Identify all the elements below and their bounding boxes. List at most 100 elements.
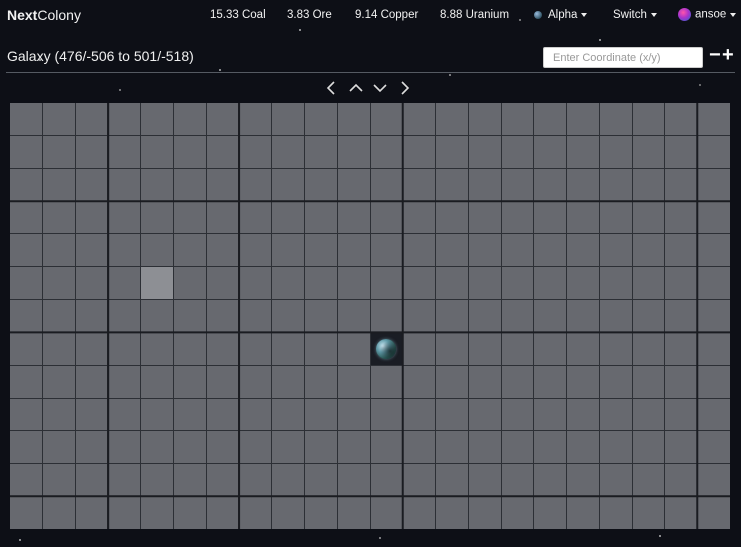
chevron-up-icon[interactable] xyxy=(348,80,364,96)
galaxy-cell[interactable] xyxy=(632,201,665,234)
galaxy-cell[interactable] xyxy=(370,103,403,135)
galaxy-cell[interactable] xyxy=(304,431,337,464)
zoom-out-button[interactable]: − xyxy=(709,44,721,66)
galaxy-cell[interactable] xyxy=(403,398,436,431)
galaxy-cell[interactable] xyxy=(599,267,632,300)
galaxy-cell[interactable] xyxy=(370,135,403,168)
galaxy-cell[interactable] xyxy=(632,332,665,365)
galaxy-cell[interactable] xyxy=(173,201,206,234)
galaxy-cell[interactable] xyxy=(141,332,173,365)
galaxy-cell[interactable] xyxy=(10,332,42,365)
galaxy-cell[interactable] xyxy=(403,201,436,234)
galaxy-cell[interactable] xyxy=(632,398,665,431)
galaxy-cell[interactable] xyxy=(403,168,436,201)
galaxy-cell[interactable] xyxy=(42,135,75,168)
galaxy-cell[interactable] xyxy=(206,234,239,267)
galaxy-cell[interactable] xyxy=(436,234,468,267)
galaxy-cell[interactable] xyxy=(108,332,141,365)
galaxy-cell[interactable] xyxy=(468,365,501,398)
galaxy-cell[interactable] xyxy=(75,201,108,234)
galaxy-cell[interactable] xyxy=(632,497,665,529)
galaxy-cell[interactable] xyxy=(468,431,501,464)
galaxy-cell[interactable] xyxy=(75,267,108,300)
galaxy-cell[interactable] xyxy=(10,267,42,300)
chevron-left-icon[interactable] xyxy=(324,80,340,96)
galaxy-cell[interactable] xyxy=(534,464,567,497)
galaxy-cell[interactable] xyxy=(534,398,567,431)
galaxy-cell[interactable] xyxy=(272,365,304,398)
galaxy-cell[interactable] xyxy=(599,365,632,398)
galaxy-cell[interactable] xyxy=(141,300,173,332)
galaxy-cell[interactable] xyxy=(272,300,304,332)
galaxy-cell[interactable] xyxy=(468,464,501,497)
galaxy-cell[interactable] xyxy=(436,464,468,497)
galaxy-cell[interactable] xyxy=(337,497,370,529)
galaxy-cell[interactable] xyxy=(337,398,370,431)
galaxy-cell[interactable] xyxy=(206,168,239,201)
galaxy-cell[interactable] xyxy=(468,135,501,168)
galaxy-cell[interactable] xyxy=(141,103,173,135)
galaxy-cell[interactable] xyxy=(403,267,436,300)
galaxy-cell[interactable] xyxy=(206,300,239,332)
galaxy-cell[interactable] xyxy=(665,431,698,464)
galaxy-cell[interactable] xyxy=(141,135,173,168)
galaxy-cell[interactable] xyxy=(567,267,599,300)
galaxy-cell[interactable] xyxy=(272,201,304,234)
galaxy-cell[interactable] xyxy=(337,267,370,300)
galaxy-cell[interactable] xyxy=(665,332,698,365)
galaxy-cell[interactable] xyxy=(501,267,534,300)
galaxy-cell[interactable] xyxy=(272,464,304,497)
galaxy-cell[interactable] xyxy=(337,201,370,234)
galaxy-cell[interactable] xyxy=(75,464,108,497)
galaxy-cell[interactable] xyxy=(403,464,436,497)
galaxy-cell[interactable] xyxy=(665,135,698,168)
galaxy-cell[interactable] xyxy=(665,267,698,300)
galaxy-cell[interactable] xyxy=(665,234,698,267)
galaxy-cell[interactable] xyxy=(534,135,567,168)
galaxy-cell[interactable] xyxy=(632,234,665,267)
galaxy-cell[interactable] xyxy=(599,103,632,135)
galaxy-cell[interactable] xyxy=(698,464,730,497)
galaxy-cell[interactable] xyxy=(206,103,239,135)
galaxy-cell[interactable] xyxy=(141,201,173,234)
galaxy-cell[interactable] xyxy=(567,332,599,365)
galaxy-cell[interactable] xyxy=(141,497,173,529)
galaxy-cell[interactable] xyxy=(599,464,632,497)
galaxy-cell[interactable] xyxy=(534,168,567,201)
galaxy-cell[interactable] xyxy=(173,135,206,168)
galaxy-cell[interactable] xyxy=(403,431,436,464)
galaxy-cell[interactable] xyxy=(599,234,632,267)
galaxy-cell[interactable] xyxy=(698,365,730,398)
galaxy-cell[interactable] xyxy=(173,398,206,431)
coordinate-input[interactable] xyxy=(543,47,703,68)
galaxy-cell[interactable] xyxy=(206,267,239,300)
galaxy-cell[interactable] xyxy=(567,464,599,497)
galaxy-cell[interactable] xyxy=(272,332,304,365)
galaxy-cell[interactable] xyxy=(468,300,501,332)
galaxy-cell[interactable] xyxy=(698,431,730,464)
galaxy-cell[interactable] xyxy=(337,168,370,201)
planet-dropdown[interactable]: Alpha xyxy=(534,9,588,21)
galaxy-cell[interactable] xyxy=(599,168,632,201)
galaxy-cell[interactable] xyxy=(206,464,239,497)
galaxy-cell[interactable] xyxy=(10,464,42,497)
galaxy-cell[interactable] xyxy=(173,234,206,267)
galaxy-cell[interactable] xyxy=(239,234,272,267)
galaxy-cell[interactable] xyxy=(337,332,370,365)
galaxy-cell[interactable] xyxy=(239,464,272,497)
galaxy-cell[interactable] xyxy=(75,431,108,464)
galaxy-cell[interactable] xyxy=(403,365,436,398)
galaxy-cell[interactable] xyxy=(436,431,468,464)
galaxy-cell[interactable] xyxy=(403,135,436,168)
galaxy-cell[interactable] xyxy=(501,168,534,201)
galaxy-cell[interactable] xyxy=(75,365,108,398)
galaxy-cell[interactable] xyxy=(141,365,173,398)
galaxy-cell[interactable] xyxy=(75,135,108,168)
galaxy-cell[interactable] xyxy=(141,168,173,201)
galaxy-cell[interactable] xyxy=(108,201,141,234)
galaxy-cell[interactable] xyxy=(108,431,141,464)
galaxy-cell[interactable] xyxy=(436,398,468,431)
galaxy-cell[interactable] xyxy=(534,300,567,332)
galaxy-cell[interactable] xyxy=(403,497,436,529)
galaxy-cell[interactable] xyxy=(108,103,141,135)
